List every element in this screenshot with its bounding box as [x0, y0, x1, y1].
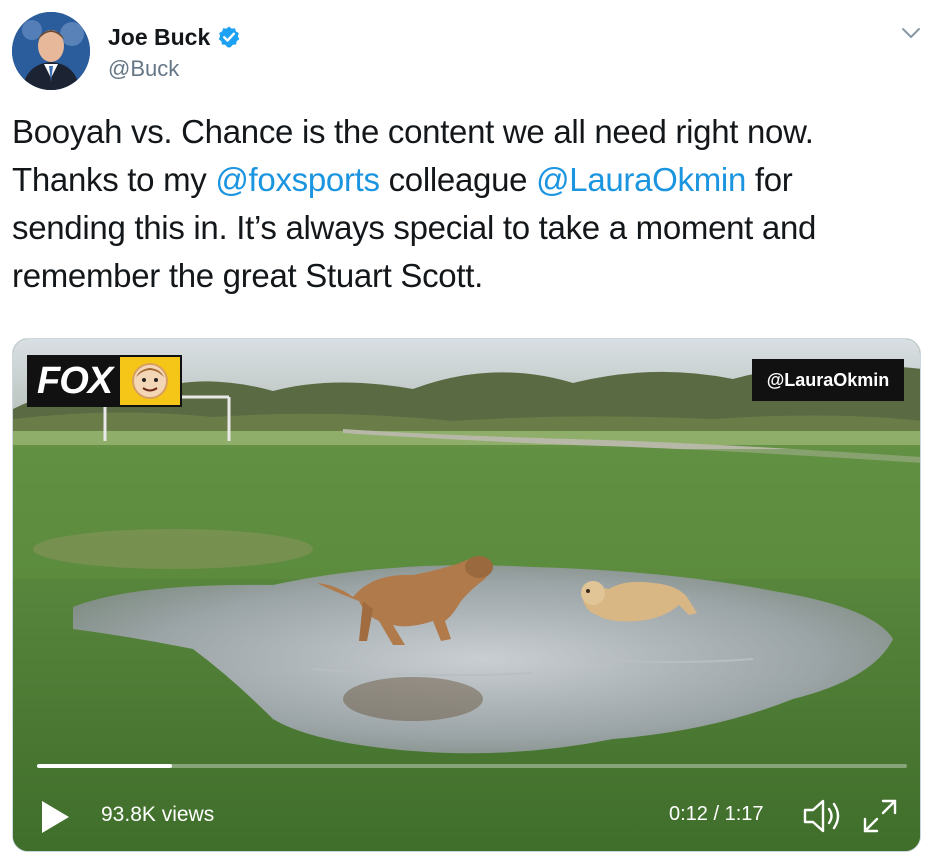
emoji-face-icon: [120, 357, 181, 405]
author-identity: Joe Buck @Buck: [108, 22, 241, 82]
video-time: 0:12 / 1:17: [669, 803, 764, 825]
tweet-text-part: colleague: [379, 161, 537, 198]
handle[interactable]: @Buck: [108, 56, 241, 82]
avatar[interactable]: [12, 12, 90, 90]
mention-lauraokmin[interactable]: @LauraOkmin: [536, 161, 746, 198]
video-player[interactable]: FOX @LauraOkmin 93.8K views 0:12 / 1:17: [12, 338, 921, 852]
fox-logo-text: FOX: [29, 357, 121, 405]
progress-fill: [37, 764, 172, 768]
play-icon[interactable]: [39, 799, 71, 835]
display-name[interactable]: Joe Buck: [108, 24, 210, 51]
progress-bar[interactable]: [37, 764, 907, 768]
fullscreen-icon[interactable]: [861, 797, 899, 835]
fox-logo: FOX: [27, 355, 183, 407]
video-frame: [13, 339, 920, 851]
video-watermark: @LauraOkmin: [752, 359, 904, 401]
verified-badge-icon: [217, 25, 241, 49]
chevron-down-icon[interactable]: [898, 20, 924, 46]
mention-foxsports[interactable]: @foxsports: [215, 161, 380, 198]
view-count: 93.8K views: [101, 803, 215, 826]
tweet-header: Joe Buck @Buck: [12, 12, 926, 92]
tweet-text: Booyah vs. Chance is the content we all …: [12, 108, 912, 300]
video-controls: 93.8K views 0:12 / 1:17: [13, 789, 920, 845]
volume-icon[interactable]: [801, 797, 843, 835]
